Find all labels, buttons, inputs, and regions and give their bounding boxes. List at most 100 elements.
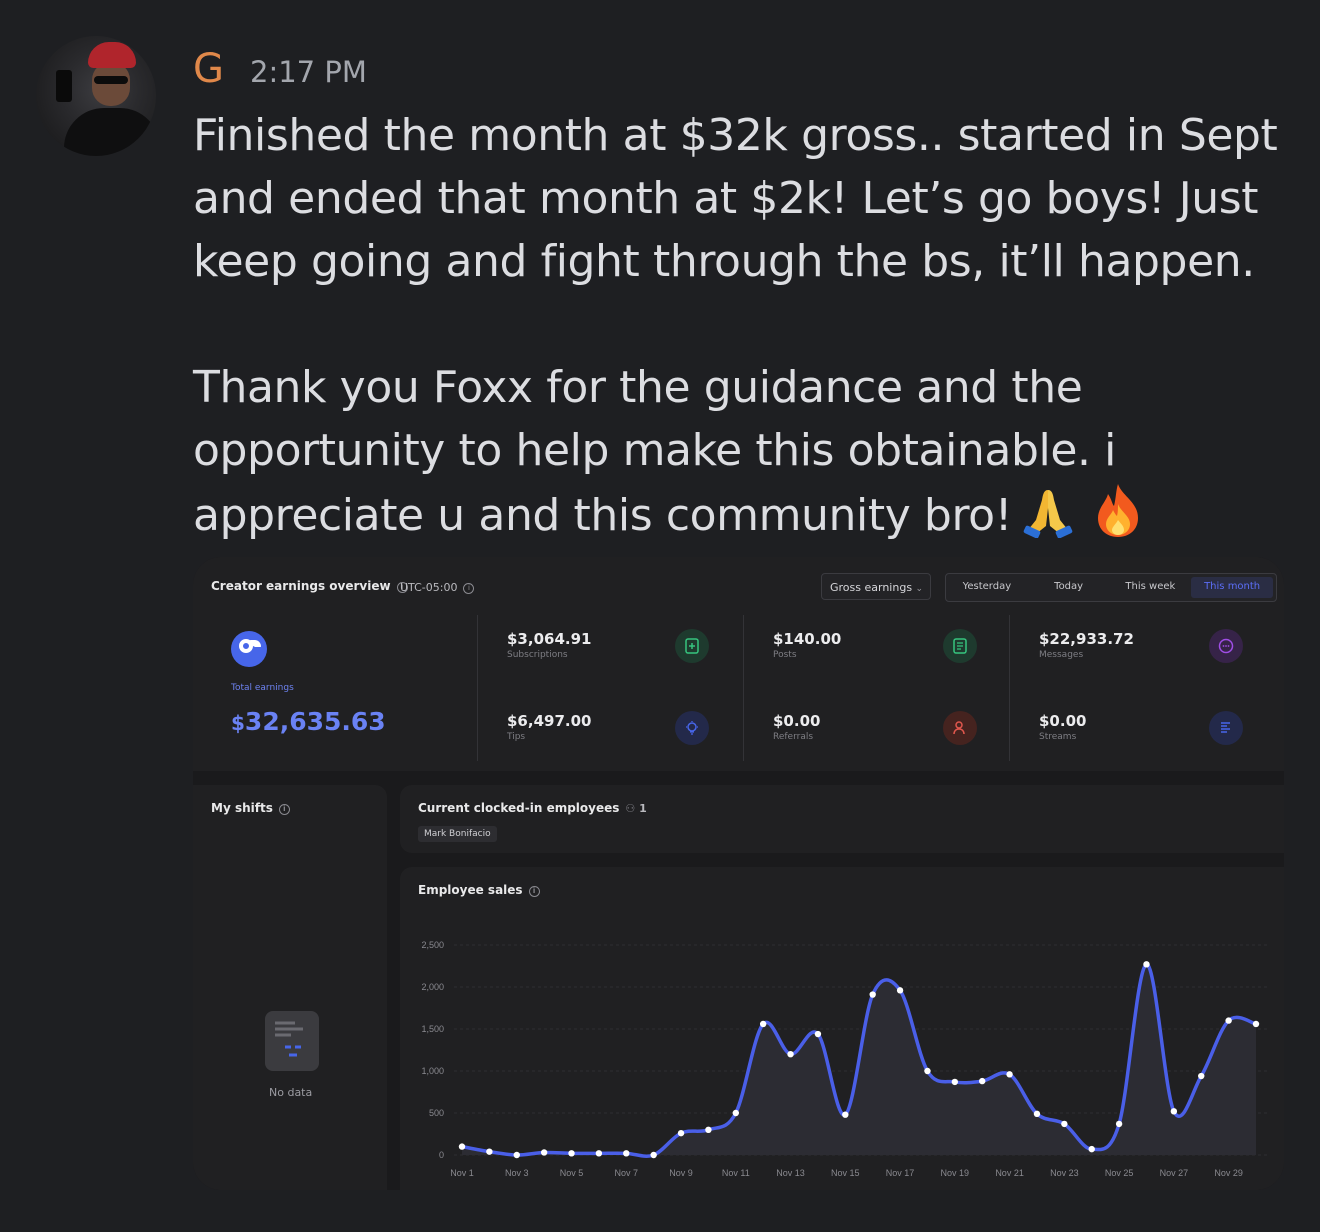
stat-value: $140.00 <box>773 630 842 648</box>
stat-tips: $6,497.00 Tips <box>507 712 591 742</box>
earnings-overview-title: Creator earnings overview i <box>211 579 408 593</box>
chart-point <box>623 1150 630 1157</box>
my-shifts-title: My shifts i <box>211 801 290 815</box>
user-avatar[interactable] <box>36 36 156 156</box>
chart-point <box>540 1149 548 1156</box>
stat-streams: $0.00 Streams <box>1039 712 1086 742</box>
x-tick-label: Nov 1 <box>450 1168 474 1178</box>
chart-point <box>1170 1108 1178 1115</box>
stat-label: Subscriptions <box>507 650 568 660</box>
stat-label: Referrals <box>773 732 814 742</box>
dashboard-screenshot: Creator earnings overview i UTC-05:00 i Gr… <box>193 557 1284 1190</box>
clocked-in-title-text: Current clocked-in employees <box>418 801 620 815</box>
employee-count-value: 1 <box>639 802 647 815</box>
chart-point <box>650 1151 657 1159</box>
y-tick-label: 500 <box>429 1108 444 1118</box>
stat-label: Tips <box>507 732 526 742</box>
y-tick-label: 2,500 <box>421 940 444 950</box>
avatar-phone <box>56 70 72 102</box>
users-icon: ⚇ <box>625 802 640 815</box>
clocked-in-panel: Current clocked-in employees ⚇ 1 Mark Bon… <box>400 785 1284 853</box>
no-data-label: No data <box>269 1086 313 1099</box>
y-tick-label: 1,500 <box>421 1024 444 1034</box>
stat-value: $0.00 <box>1039 712 1087 730</box>
x-tick-label: Nov 7 <box>615 1168 639 1178</box>
chart-point <box>951 1078 959 1086</box>
total-currency: $ <box>231 711 245 735</box>
chart-point <box>486 1148 493 1155</box>
x-tick-label: Nov 5 <box>560 1168 584 1178</box>
chart-point <box>1006 1071 1013 1078</box>
x-tick-label: Nov 29 <box>1214 1168 1243 1178</box>
x-tick-label: Nov 9 <box>669 1168 693 1178</box>
subscription-icon <box>675 629 709 663</box>
no-data-icon <box>265 1011 319 1071</box>
total-earnings-label: Total earnings <box>231 683 294 693</box>
message-paragraph-1: Finished the month at $32k gross.. start… <box>193 110 1291 287</box>
chart-point <box>1143 961 1150 968</box>
employee-sales-chart: 2,500 2,000 1,500 1,000 500 0 Nov 1 Nov 3 Nov 5 N… <box>421 940 1268 1178</box>
stat-referrals: $0.00 Referrals <box>773 712 820 742</box>
tips-icon <box>675 711 709 745</box>
tab-this-month[interactable]: This month <box>1191 577 1273 598</box>
y-tick-label: 2,000 <box>421 982 444 992</box>
message-paragraph-2: Thank you Foxx for the guidance and the … <box>193 356 1303 555</box>
tab-yesterday[interactable]: Yesterday <box>946 574 1028 601</box>
avatar-body <box>64 108 156 156</box>
stat-label: Posts <box>773 650 797 660</box>
avatar-head <box>92 62 130 106</box>
chart-point <box>1061 1120 1068 1128</box>
divider <box>1009 615 1010 761</box>
x-tick-label: Nov 21 <box>995 1168 1024 1178</box>
timezone-text: UTC-05:00 <box>400 581 458 594</box>
chart-point <box>595 1150 603 1157</box>
chart-point <box>896 987 904 994</box>
message-timestamp: 2:17 PM <box>250 55 367 89</box>
chart-point <box>842 1111 849 1118</box>
chart-point <box>1225 1017 1232 1024</box>
tab-today[interactable]: Today <box>1028 574 1110 601</box>
employee-sales-panel: Employee sales i 2,500 2,000 1,500 1,000 500 0… <box>400 867 1284 1190</box>
chart-point <box>759 1020 767 1028</box>
chart-point <box>677 1129 685 1137</box>
tab-this-week[interactable]: This week <box>1110 574 1192 601</box>
chart-point <box>513 1151 520 1159</box>
x-tick-label: Nov 17 <box>886 1168 915 1178</box>
chart-point <box>924 1067 931 1075</box>
stat-value: $22,933.72 <box>1039 630 1134 648</box>
timezone-label: UTC-05:00 i <box>400 581 475 594</box>
x-tick-label: Nov 25 <box>1105 1168 1134 1178</box>
chart-point <box>814 1030 822 1038</box>
info-icon[interactable]: i <box>278 804 290 815</box>
chart-point <box>1033 1110 1041 1118</box>
x-tick-label: Nov 15 <box>831 1168 860 1178</box>
y-tick-label: 0 <box>439 1150 444 1160</box>
onlyfans-logo-icon <box>231 631 267 667</box>
x-tick-label: Nov 13 <box>776 1168 805 1178</box>
chart-point <box>458 1143 466 1150</box>
chart-point <box>705 1126 712 1133</box>
chevron-down-icon: ⌄ <box>915 584 924 594</box>
chart-point <box>1088 1145 1095 1153</box>
employee-count: ⚇ 1 <box>625 802 646 815</box>
chart-point <box>869 991 876 998</box>
earnings-overview-title-text: Creator earnings overview <box>211 579 391 593</box>
username[interactable]: G <box>193 44 224 94</box>
chart-point <box>732 1109 739 1117</box>
avatar-shades <box>94 76 128 84</box>
folded-hands-icon <box>1022 486 1074 555</box>
gross-earnings-dropdown[interactable]: Gross earnings ⌄ <box>821 573 931 600</box>
message-paragraph-2-text: Thank you Foxx for the guidance and the … <box>193 362 1130 541</box>
y-tick-label: 1,000 <box>421 1066 444 1076</box>
my-shifts-title-text: My shifts <box>211 801 273 815</box>
timezone-info-icon[interactable]: i <box>463 583 475 594</box>
stat-value: $0.00 <box>773 712 821 730</box>
x-tick-label: Nov 11 <box>722 1168 750 1178</box>
divider <box>743 615 744 761</box>
employee-chip[interactable]: Mark Bonifacio <box>418 826 497 842</box>
earnings-overview-panel: Creator earnings overview i UTC-05:00 i Gr… <box>193 557 1284 771</box>
clocked-in-title: Current clocked-in employees ⚇ 1 <box>418 801 647 815</box>
stat-value: $3,064.91 <box>507 630 592 648</box>
x-tick-label: Nov 23 <box>1050 1168 1079 1178</box>
chart-point <box>1198 1072 1205 1080</box>
